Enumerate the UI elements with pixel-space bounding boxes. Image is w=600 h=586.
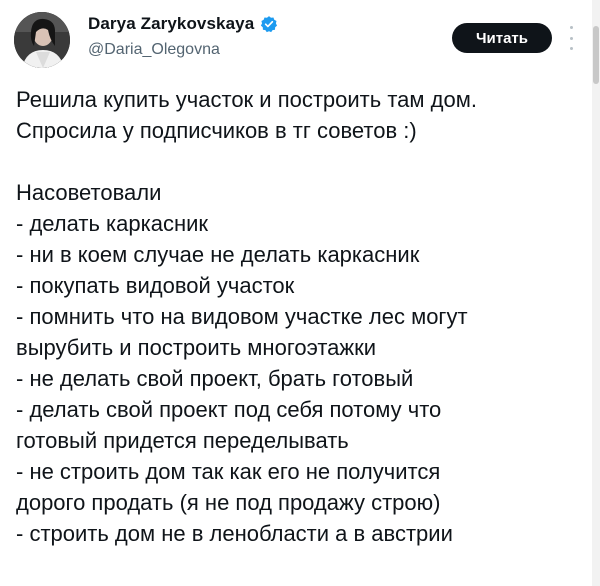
- author-name-row: Darya Zarykovskaya: [88, 14, 278, 34]
- tweet-list-line: - покупать видовой участок: [16, 273, 295, 298]
- tweet-list-line: - строить дом не в ленобласти а в австри…: [16, 521, 453, 546]
- more-dot: [569, 36, 573, 40]
- tweet-heading: Насоветовали: [16, 180, 162, 205]
- author-display-name[interactable]: Darya Zarykovskaya: [88, 14, 254, 34]
- tweet-list-line: - делать свой проект под себя потому что: [16, 397, 442, 422]
- scrollbar-thumb[interactable]: [593, 26, 599, 84]
- tweet-list-line: - не строить дом так как его не получитс…: [16, 459, 441, 484]
- tweet-intro-line: Спросила у подписчиков в тг советов :): [16, 118, 417, 143]
- tweet-list-line: дорого продать (я не под продажу строю): [16, 490, 441, 515]
- tweet-list-line: - не делать свой проект, брать готовый: [16, 366, 414, 391]
- tweet-list-line: - ни в коем случае не делать каркасник: [16, 242, 420, 267]
- tweet-list-line: готовый придется переделывать: [16, 428, 349, 453]
- tweet-list-line: - делать каркасник: [16, 211, 209, 236]
- verified-badge-icon: [260, 15, 278, 33]
- scrollbar[interactable]: [592, 0, 600, 586]
- follow-button[interactable]: Читать: [452, 23, 552, 53]
- more-options-icon[interactable]: [562, 26, 580, 50]
- author-handle[interactable]: @Daria_Olegovna: [88, 41, 220, 59]
- avatar-photo-icon: [14, 12, 70, 68]
- tweet-list-line: - помнить что на видовом участке лес мог…: [16, 304, 468, 329]
- tweet-header: Darya Zarykovskaya @Daria_Olegovna Читат…: [0, 0, 600, 80]
- more-dot: [569, 26, 573, 29]
- tweet-intro-line: Решила купить участок и построить там до…: [16, 87, 477, 112]
- more-dot: [569, 47, 573, 50]
- author-avatar[interactable]: [14, 12, 70, 68]
- tweet-text: Решила купить участок и построить там до…: [16, 84, 586, 549]
- tweet-list-line: вырубить и построить многоэтажки: [16, 335, 377, 360]
